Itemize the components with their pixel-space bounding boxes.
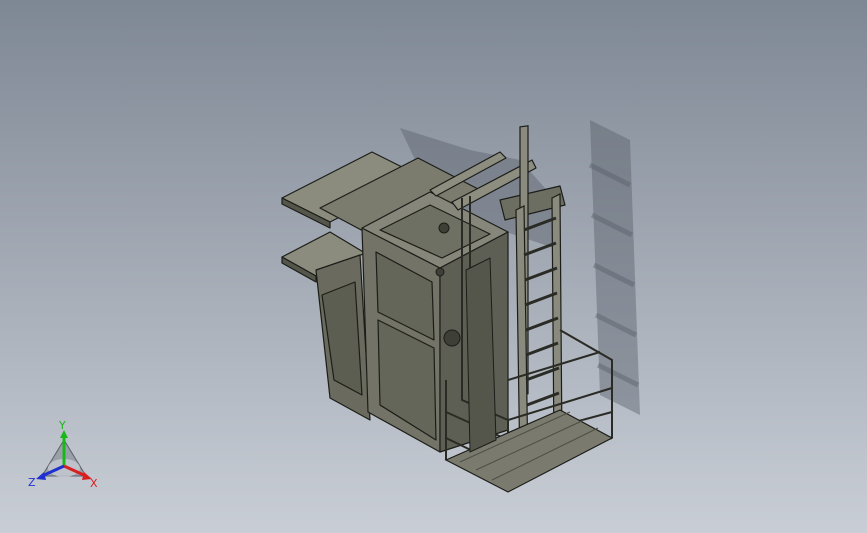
y-axis-label: Y bbox=[58, 419, 66, 432]
orientation-triad[interactable]: Y X Z bbox=[22, 418, 112, 498]
z-axis-label: Z bbox=[28, 476, 36, 489]
3d-model-view[interactable] bbox=[0, 0, 867, 533]
x-axis-label: X bbox=[90, 477, 98, 490]
graphics-viewport[interactable]: Y X Z bbox=[0, 0, 867, 533]
